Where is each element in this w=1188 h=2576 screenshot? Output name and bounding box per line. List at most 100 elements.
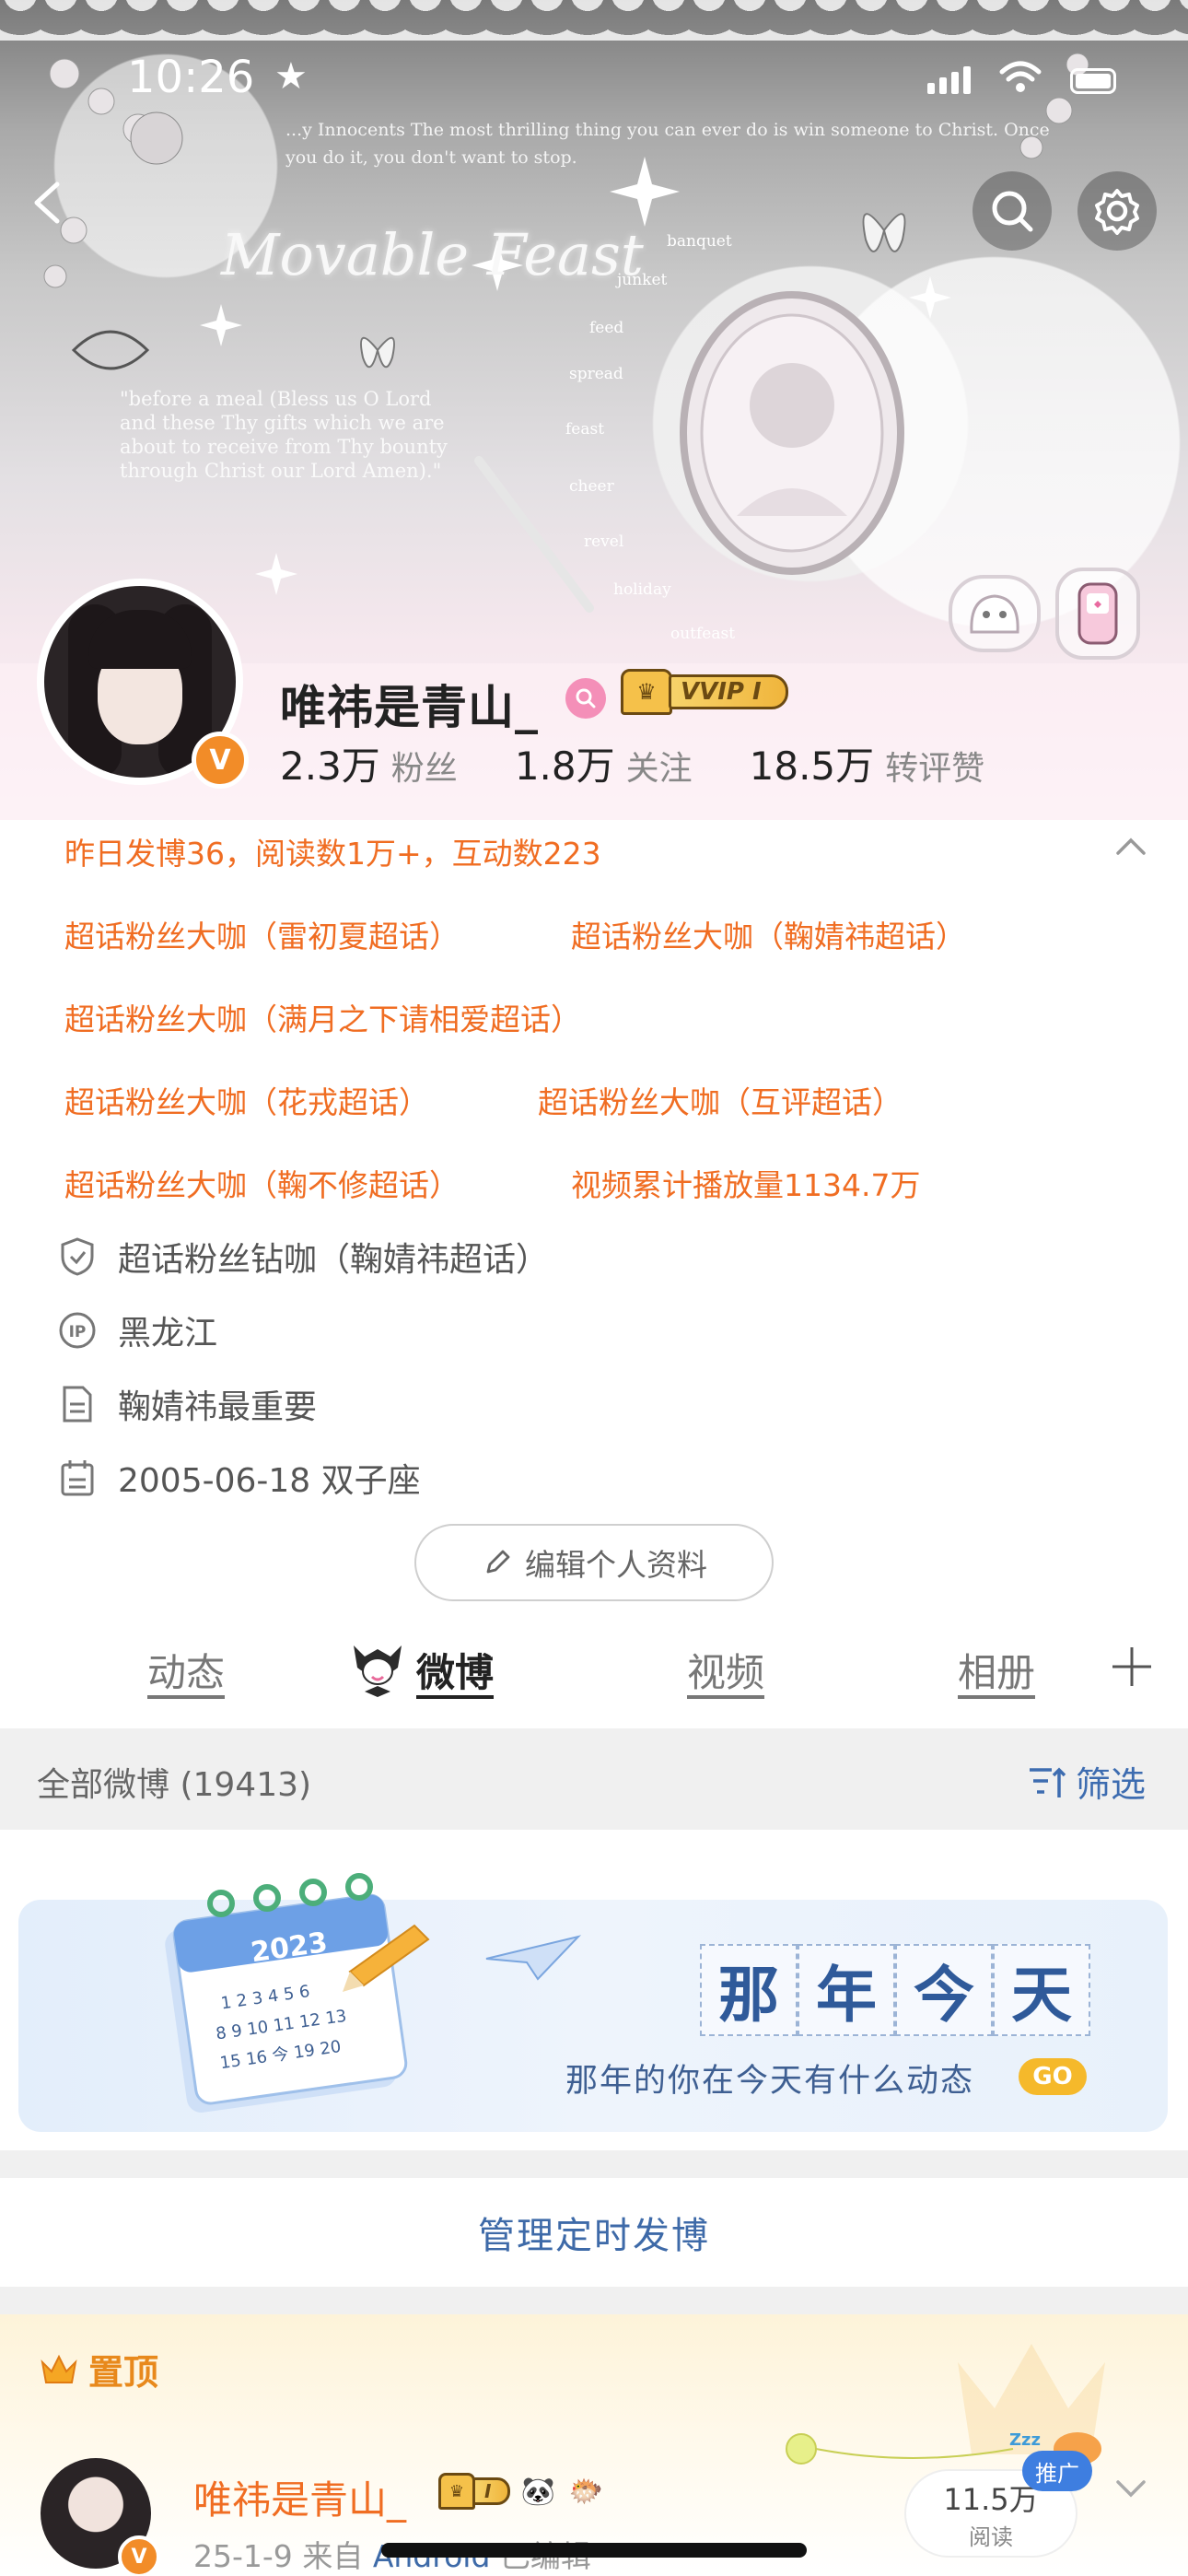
edit-profile-button[interactable]: 编辑个人资料: [414, 1524, 774, 1601]
flip-phone-icon: [1077, 582, 1118, 645]
engagement-count[interactable]: 18.5万: [750, 735, 875, 791]
cover-word: feast: [565, 420, 605, 439]
activity-summary: 昨日发博36，阅读数1万+，互动数223: [64, 836, 601, 872]
verified-badge: V: [192, 732, 249, 789]
honor-item[interactable]: 超话粉丝大咖（雷初夏超话）: [64, 912, 460, 956]
engagement-label[interactable]: 转评赞: [885, 742, 984, 790]
cover-word: feed: [589, 319, 624, 337]
ip-icon: IP: [55, 1308, 99, 1352]
filter-bar: 全部微博 (19413) 筛选: [0, 1728, 1188, 1830]
paper-plane-icon: [485, 1935, 582, 1981]
fans-count[interactable]: 2.3万: [280, 735, 380, 791]
go-button[interactable]: GO: [1019, 2058, 1087, 2095]
banner-char: 天: [993, 1944, 1090, 2036]
filter-icon: [1029, 1767, 1066, 1797]
pet-phone-badge[interactable]: [1055, 568, 1140, 660]
pufferfish-icon: 🐡: [568, 2475, 604, 2508]
tab-album[interactable]: 相册: [958, 1642, 1035, 1698]
cover-word: cheer: [569, 477, 614, 496]
search-icon: [992, 191, 1033, 232]
banner-title: 那 年 今 天: [700, 1944, 1090, 2036]
chevron-up-icon[interactable]: [1112, 827, 1149, 864]
tab-video[interactable]: 视频: [687, 1642, 764, 1698]
ghost-pet-icon: [970, 594, 1019, 634]
following-label[interactable]: 关注: [626, 742, 693, 790]
cover-title: Movable Feast: [221, 221, 644, 288]
banner-subtitle: 那年的你在今天有什么动态: [565, 2063, 975, 2100]
cover-word: banquet: [667, 232, 732, 251]
honor-item[interactable]: 超话粉丝大咖（花戎超话）: [64, 1078, 429, 1122]
honor-item[interactable]: 超话粉丝大咖（鞠不修超话）: [64, 1161, 460, 1205]
pinned-text: 置顶: [88, 2352, 159, 2393]
birthday-row: 2005-06-18 双子座: [55, 1454, 421, 1502]
super-fan-row[interactable]: 超话粉丝钻咖（鞠婧祎超话）: [55, 1233, 549, 1281]
gear-icon: [1095, 189, 1139, 235]
birthday-text: 2005-06-18 双子座: [118, 1462, 421, 1500]
filter-label: 筛选: [1075, 1764, 1146, 1805]
post-author-name[interactable]: 唯祎是青山_: [193, 2469, 406, 2525]
crown-icon: ♛: [621, 669, 672, 715]
pencil-icon: [486, 1550, 510, 1574]
search-badge-icon: [576, 688, 596, 708]
banner-char: 今: [895, 1944, 993, 2036]
post-source-prefix: 来自: [302, 2538, 364, 2574]
post-vip-badge[interactable]: ♛ Ⅰ: [438, 2473, 511, 2510]
settings-button[interactable]: [1077, 171, 1157, 251]
pinned-label: 置顶: [39, 2344, 158, 2395]
wifi-icon: [999, 61, 1042, 92]
following-count[interactable]: 1.8万: [515, 735, 615, 791]
filter-button[interactable]: 筛选: [1026, 1756, 1146, 1807]
supertopic-search-badge[interactable]: [565, 678, 606, 719]
read-count-label: 阅读: [969, 2523, 1013, 2550]
add-tab-icon[interactable]: [1109, 1644, 1155, 1690]
focus-star-icon: ★: [274, 55, 308, 98]
post-date: 25-1-9: [193, 2538, 293, 2574]
ip-location: 黑龙江: [118, 1315, 218, 1352]
cover-quote: ...y Innocents The most thrilling thing …: [285, 120, 1050, 168]
honor-item[interactable]: 超话粉丝大咖（鞠婧祎超话）: [571, 912, 966, 956]
tab-dynamic[interactable]: 动态: [147, 1642, 225, 1698]
cover-word: outfeast: [670, 625, 736, 643]
post-author-badges: ♛ Ⅰ 🐼 🐡: [438, 2473, 606, 2510]
chevron-down-icon[interactable]: [1112, 2471, 1149, 2508]
section-divider: [0, 2287, 1188, 2314]
vvip-badge[interactable]: ♛ VVIP Ⅰ: [621, 669, 788, 715]
search-button[interactable]: [973, 171, 1052, 251]
panda-icon: 🐼: [520, 2475, 556, 2508]
profile-username: 唯祎是青山_: [280, 681, 539, 734]
bio-row: 鞠婧祎最重要: [55, 1380, 317, 1428]
document-icon: [55, 1382, 99, 1426]
calendar-illustration-icon: 2023 1 2 3 4 5 6 8 9 10 11 12 13 15 16 今…: [165, 1873, 430, 2113]
banner-char: 年: [798, 1944, 895, 2036]
post-vip-label: Ⅰ: [472, 2477, 511, 2505]
cover-prayer: "before a meal (Bless us O Lord and thes…: [120, 388, 448, 482]
status-time: 10:26: [127, 52, 255, 103]
status-icons: [927, 61, 1116, 94]
pet-ghost-badge[interactable]: [949, 575, 1041, 652]
honor-item[interactable]: 超话粉丝大咖（互评超话）: [538, 1078, 903, 1122]
shield-icon: [55, 1235, 99, 1279]
calendar-icon: [55, 1456, 99, 1500]
post-verified-badge: V: [118, 2535, 160, 2576]
manage-scheduled-posts[interactable]: 管理定时发博: [0, 2178, 1188, 2287]
back-arrow-icon[interactable]: [24, 177, 76, 228]
video-plays[interactable]: 视频累计播放量1134.7万: [571, 1161, 920, 1205]
cover-word: holiday: [613, 580, 671, 599]
cellular-signal-icon: [927, 66, 971, 94]
home-indicator[interactable]: [381, 2543, 807, 2558]
banner-char: 那: [700, 1944, 798, 2036]
battery-icon: [1070, 68, 1116, 94]
honor-item[interactable]: 超话粉丝大咖（满月之下请相爱超话）: [64, 995, 581, 1039]
ip-row: IP 黑龙江: [55, 1306, 217, 1354]
section-divider: [0, 2150, 1188, 2178]
fans-label[interactable]: 粉丝: [391, 742, 458, 790]
edit-profile-label: 编辑个人资料: [525, 1547, 707, 1583]
promote-button[interactable]: 推广: [1022, 2451, 1092, 2491]
all-posts-count[interactable]: 全部微博 (19413): [37, 1758, 311, 1806]
bio-text: 鞠婧祎最重要: [118, 1388, 318, 1426]
kuromi-mascot-icon: [354, 1645, 402, 1697]
cover-word: spread: [569, 365, 623, 383]
cover-word: revel: [584, 533, 624, 551]
svg-text:IP: IP: [69, 1323, 87, 1341]
tab-weibo[interactable]: 微博: [416, 1642, 494, 1698]
